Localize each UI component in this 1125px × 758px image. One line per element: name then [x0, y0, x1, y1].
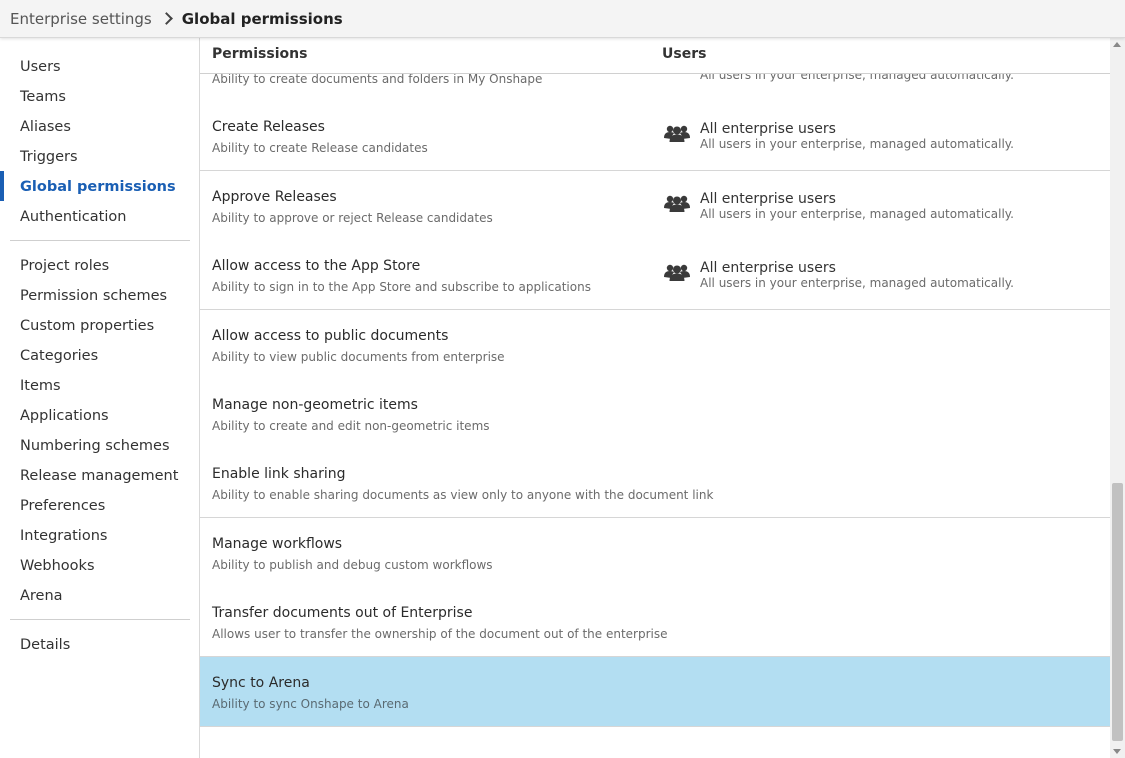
- sidebar-item-numbering-schemes[interactable]: Numbering schemes: [20, 434, 170, 458]
- permission-description: Ability to sign in to the App Store and …: [212, 280, 591, 294]
- permission-description: Allows user to transfer the ownership of…: [212, 627, 668, 641]
- sidebar-divider: [10, 240, 190, 241]
- permission-title: Manage non-geometric items: [212, 397, 418, 413]
- column-header-users: Users: [662, 46, 707, 62]
- sidebar-item-aliases[interactable]: Aliases: [20, 115, 71, 139]
- table-row[interactable]: Enable link sharing Ability to enable sha…: [200, 448, 1110, 518]
- users-name: All enterprise users: [700, 191, 836, 207]
- table-header: Permissions Users: [200, 38, 1110, 74]
- permission-title: Create Releases: [212, 119, 325, 135]
- table-row[interactable]: Approve Releases Ability to approve or re…: [200, 171, 1110, 241]
- users-name: All enterprise users: [700, 260, 836, 276]
- sidebar-item-global-permissions[interactable]: Global permissions: [20, 175, 176, 199]
- sidebar-item-integrations[interactable]: Integrations: [20, 524, 107, 548]
- sidebar-item-authentication[interactable]: Authentication: [20, 205, 126, 229]
- permission-title: Transfer documents out of Enterprise: [212, 605, 473, 621]
- sidebar-item-items[interactable]: Items: [20, 374, 61, 398]
- permission-description: Ability to approve or reject Release can…: [212, 211, 493, 225]
- table-row[interactable]: Manage non-geometric items Ability to cre…: [200, 379, 1110, 449]
- users-name: All enterprise users: [700, 121, 836, 137]
- table-row[interactable]: Create Releases Ability to create Release…: [200, 101, 1110, 171]
- sidebar-item-triggers[interactable]: Triggers: [20, 145, 78, 169]
- permission-description: Ability to sync Onshape to Arena: [212, 697, 409, 711]
- users-group-icon: [664, 123, 690, 143]
- permission-title: Enable link sharing: [212, 466, 346, 482]
- permission-description: Ability to create documents and folders …: [212, 72, 543, 86]
- permission-description: Ability to enable sharing documents as v…: [212, 488, 714, 502]
- table-row[interactable]: Transfer documents out of Enterprise Allo…: [200, 587, 1110, 657]
- scrollbar-thumb[interactable]: [1112, 483, 1123, 741]
- sidebar-nav: Users Teams Aliases Triggers Global perm…: [0, 38, 200, 758]
- page-title: Global permissions: [181, 9, 343, 28]
- users-group-icon: [664, 193, 690, 213]
- permission-description: Ability to publish and debug custom work…: [212, 558, 493, 572]
- sidebar-divider: [10, 619, 190, 620]
- permission-title: Allow access to public documents: [212, 328, 449, 344]
- breadcrumb: Enterprise settings Global permissions: [0, 0, 1125, 38]
- permissions-table: Permissions Users Ability to create docu…: [200, 38, 1110, 758]
- sidebar-item-permission-schemes[interactable]: Permission schemes: [20, 284, 167, 308]
- sidebar-item-project-roles[interactable]: Project roles: [20, 254, 109, 278]
- active-indicator: [0, 171, 4, 201]
- permission-description: Ability to create and edit non-geometric…: [212, 419, 490, 433]
- table-row[interactable]: Manage workflows Ability to publish and d…: [200, 518, 1110, 588]
- users-description: All users in your enterprise, managed au…: [700, 137, 1014, 151]
- scroll-up-arrow-icon[interactable]: [1113, 42, 1121, 47]
- sidebar-item-details[interactable]: Details: [20, 633, 70, 657]
- permission-title: Sync to Arena: [212, 675, 310, 691]
- table-row[interactable]: Allow access to the App Store Ability to …: [200, 240, 1110, 310]
- scroll-down-arrow-icon[interactable]: [1113, 749, 1121, 754]
- breadcrumb-enterprise-settings[interactable]: Enterprise settings: [10, 10, 152, 28]
- sidebar-item-categories[interactable]: Categories: [20, 344, 98, 368]
- chevron-right-icon: [159, 12, 173, 25]
- permission-title: Manage workflows: [212, 536, 343, 552]
- sidebar-item-release-management[interactable]: Release management: [20, 464, 178, 488]
- users-description: All users in your enterprise, managed au…: [700, 207, 1014, 221]
- sidebar-item-webhooks[interactable]: Webhooks: [20, 554, 95, 578]
- sidebar-item-custom-properties[interactable]: Custom properties: [20, 314, 154, 338]
- table-row[interactable]: Sync to Arena Ability to sync Onshape to …: [200, 657, 1110, 727]
- sidebar-item-preferences[interactable]: Preferences: [20, 494, 105, 518]
- sidebar-item-applications[interactable]: Applications: [20, 404, 109, 428]
- table-row[interactable]: Allow access to public documents Ability …: [200, 310, 1110, 380]
- sidebar-item-teams[interactable]: Teams: [20, 85, 66, 109]
- sidebar-item-arena[interactable]: Arena: [20, 584, 63, 608]
- permission-description: Ability to create Release candidates: [212, 141, 428, 155]
- sidebar-item-users[interactable]: Users: [20, 55, 61, 79]
- users-description: All users in your enterprise, managed au…: [700, 276, 1014, 290]
- users-group-icon: [664, 262, 690, 282]
- permission-title: Allow access to the App Store: [212, 258, 421, 274]
- permission-title: Approve Releases: [212, 189, 337, 205]
- column-header-permissions: Permissions: [212, 46, 308, 62]
- permission-description: Ability to view public documents from en…: [212, 350, 505, 364]
- vertical-scrollbar[interactable]: [1110, 38, 1125, 758]
